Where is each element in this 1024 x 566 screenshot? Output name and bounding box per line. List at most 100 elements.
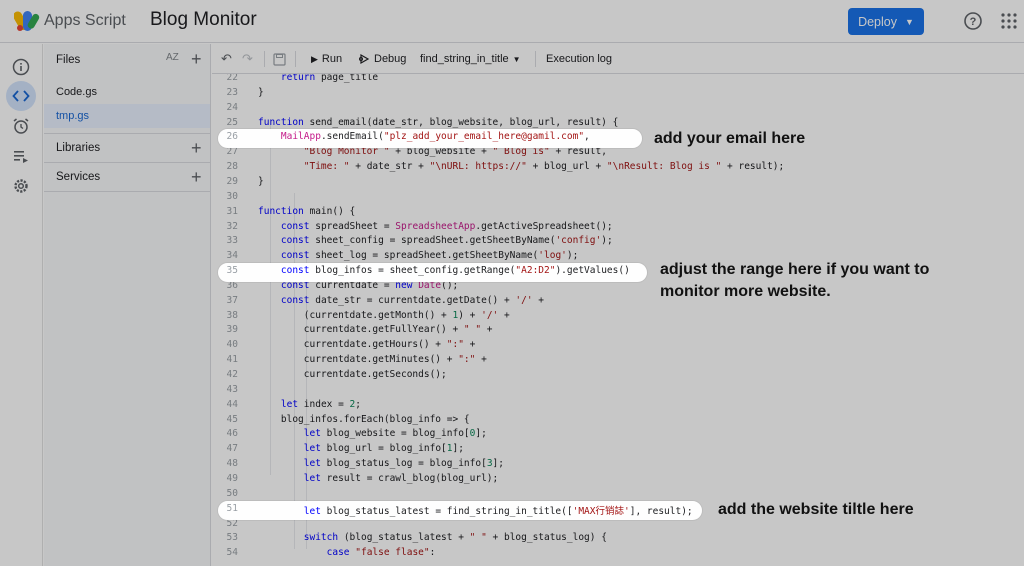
line-number: 46: [226, 428, 238, 440]
add-service-plus-icon[interactable]: +: [191, 168, 202, 186]
annotation-range-line1: adjust the range here if you want to: [660, 261, 930, 278]
alarm-clock-icon: [13, 118, 29, 134]
line-number: 48: [226, 458, 238, 470]
undo-button[interactable]: ↶: [221, 44, 232, 74]
add-file-plus-icon[interactable]: +: [191, 50, 202, 68]
code-line[interactable]: currentdate.getFullYear() + " " +: [258, 324, 493, 335]
annotation-email: add your email here: [654, 130, 806, 147]
code-line[interactable]: currentdate.getSeconds();: [258, 369, 447, 380]
line-number: 37: [226, 294, 238, 306]
apps-script-logo-icon: [14, 11, 40, 31]
code-line[interactable]: let index = 2;: [258, 399, 361, 410]
info-icon: [12, 58, 30, 76]
redo-icon: ↷: [242, 51, 253, 66]
code-line[interactable]: const date_str = currentdate.getDate() +…: [258, 295, 544, 306]
line-number: 45: [226, 413, 238, 425]
files-title: Files: [56, 54, 81, 66]
gear-icon: [14, 179, 28, 193]
line-number: 40: [226, 339, 238, 351]
code-line[interactable]: let result = crawl_blog(blog_url);: [258, 473, 498, 484]
code-line[interactable]: case "false flase":: [258, 547, 436, 558]
execution-log-label: Execution log: [546, 53, 613, 65]
code-line[interactable]: (currentdate.getMonth() + 1) + '/' +: [258, 310, 510, 321]
line-number: 38: [226, 309, 238, 321]
rail-editor[interactable]: [6, 81, 36, 111]
save-icon: [273, 52, 286, 66]
run-label: Run: [321, 53, 343, 65]
run-button[interactable]: ▶ Run: [311, 44, 342, 74]
line-number: 41: [226, 354, 238, 366]
annotation-title: add the website tiltle here: [718, 501, 914, 518]
code-line[interactable]: let blog_status_latest = find_string_in_…: [258, 503, 693, 517]
panel-divider: [44, 162, 210, 163]
line-number: 24: [226, 101, 238, 113]
rail-triggers[interactable]: [6, 111, 36, 141]
debug-button[interactable]: Debug: [358, 44, 406, 74]
file-item-tmp[interactable]: tmp.gs: [44, 104, 210, 128]
editor-toolbar: ↶ ↷ ▶ Run Debug find_string_in_title ▼ E…: [212, 44, 1024, 74]
rail-settings[interactable]: [6, 171, 36, 201]
deploy-button[interactable]: Deploy ▼: [848, 8, 924, 35]
code-line[interactable]: const blog_infos = sheet_config.getRange…: [258, 265, 630, 276]
debug-icon: [359, 53, 370, 65]
code-line[interactable]: switch (blog_status_latest + " " + blog_…: [258, 532, 607, 543]
code-line[interactable]: MailApp.sendEmail("plz_add_your_email_he…: [258, 131, 590, 142]
line-number: 49: [226, 472, 238, 484]
line-number: 53: [226, 532, 238, 544]
code-line[interactable]: blog_infos.forEach(blog_info => {: [258, 414, 470, 425]
rail-executions[interactable]: [6, 141, 36, 171]
debug-label: Debug: [374, 53, 407, 65]
code-line[interactable]: const sheet_log = spreadSheet.getSheetBy…: [258, 250, 578, 261]
line-number: 28: [226, 161, 238, 173]
toolbar-separator: [264, 51, 265, 67]
line-number: 32: [226, 220, 238, 232]
line-number: 51: [226, 502, 238, 514]
code-line[interactable]: const spreadSheet = SpreadsheetApp.getAc…: [258, 221, 613, 232]
function-select[interactable]: find_string_in_title ▼: [420, 44, 521, 74]
top-header: Apps Script Blog Monitor Deploy ▼ ?: [0, 0, 1024, 43]
apps-grid-icon[interactable]: [1001, 13, 1017, 29]
code-line[interactable]: }: [258, 87, 264, 98]
code-line[interactable]: let blog_url = blog_info[1];: [258, 443, 464, 454]
services-title[interactable]: Services: [56, 171, 100, 183]
toolbar-separator: [535, 51, 536, 67]
panel-divider: [44, 191, 210, 192]
code-line[interactable]: function send_email(date_str, blog_websi…: [258, 117, 618, 128]
redo-button[interactable]: ↷: [242, 44, 253, 74]
project-title[interactable]: Blog Monitor: [150, 9, 257, 31]
code-line[interactable]: let blog_website = blog_info[0];: [258, 428, 487, 439]
line-number: 39: [226, 324, 238, 336]
code-line[interactable]: currentdate.getMinutes() + ":" +: [258, 354, 487, 365]
line-number: 29: [226, 175, 238, 187]
left-nav-rail: [0, 44, 43, 566]
rail-overview[interactable]: [6, 52, 36, 82]
code-line[interactable]: const sheet_config = spreadSheet.getShee…: [258, 235, 613, 246]
app-name[interactable]: Apps Script: [44, 12, 126, 30]
line-number: 30: [226, 190, 238, 202]
code-line[interactable]: currentdate.getHours() + ":" +: [258, 339, 476, 350]
caret-down-icon: ▼: [905, 16, 914, 27]
sort-az-icon[interactable]: AZ: [166, 52, 179, 63]
deploy-label: Deploy: [858, 14, 897, 29]
execution-log-button[interactable]: Execution log: [546, 44, 612, 74]
line-number: 50: [226, 487, 238, 499]
libraries-title[interactable]: Libraries: [56, 142, 100, 154]
line-number: 26: [226, 131, 238, 143]
svg-text:?: ?: [970, 16, 977, 28]
line-number: 47: [226, 443, 238, 455]
line-number: 25: [226, 116, 238, 128]
code-line[interactable]: }: [258, 176, 264, 187]
line-number: 31: [226, 205, 238, 217]
code-line[interactable]: function main() {: [258, 206, 355, 217]
file-item-code[interactable]: Code.gs: [44, 80, 210, 104]
help-icon[interactable]: ?: [963, 11, 983, 31]
line-number: 23: [226, 86, 238, 98]
save-button[interactable]: [273, 44, 286, 74]
code-line[interactable]: let blog_status_log = blog_info[3];: [258, 458, 504, 469]
line-number: 42: [226, 369, 238, 380]
add-library-plus-icon[interactable]: +: [191, 139, 202, 157]
code-line[interactable]: return page_title: [258, 74, 378, 83]
code-line[interactable]: "Time: " + date_str + "\nURL: https://" …: [258, 161, 784, 172]
function-select-value: find_string_in_title: [420, 53, 509, 65]
line-number: 43: [226, 383, 238, 395]
